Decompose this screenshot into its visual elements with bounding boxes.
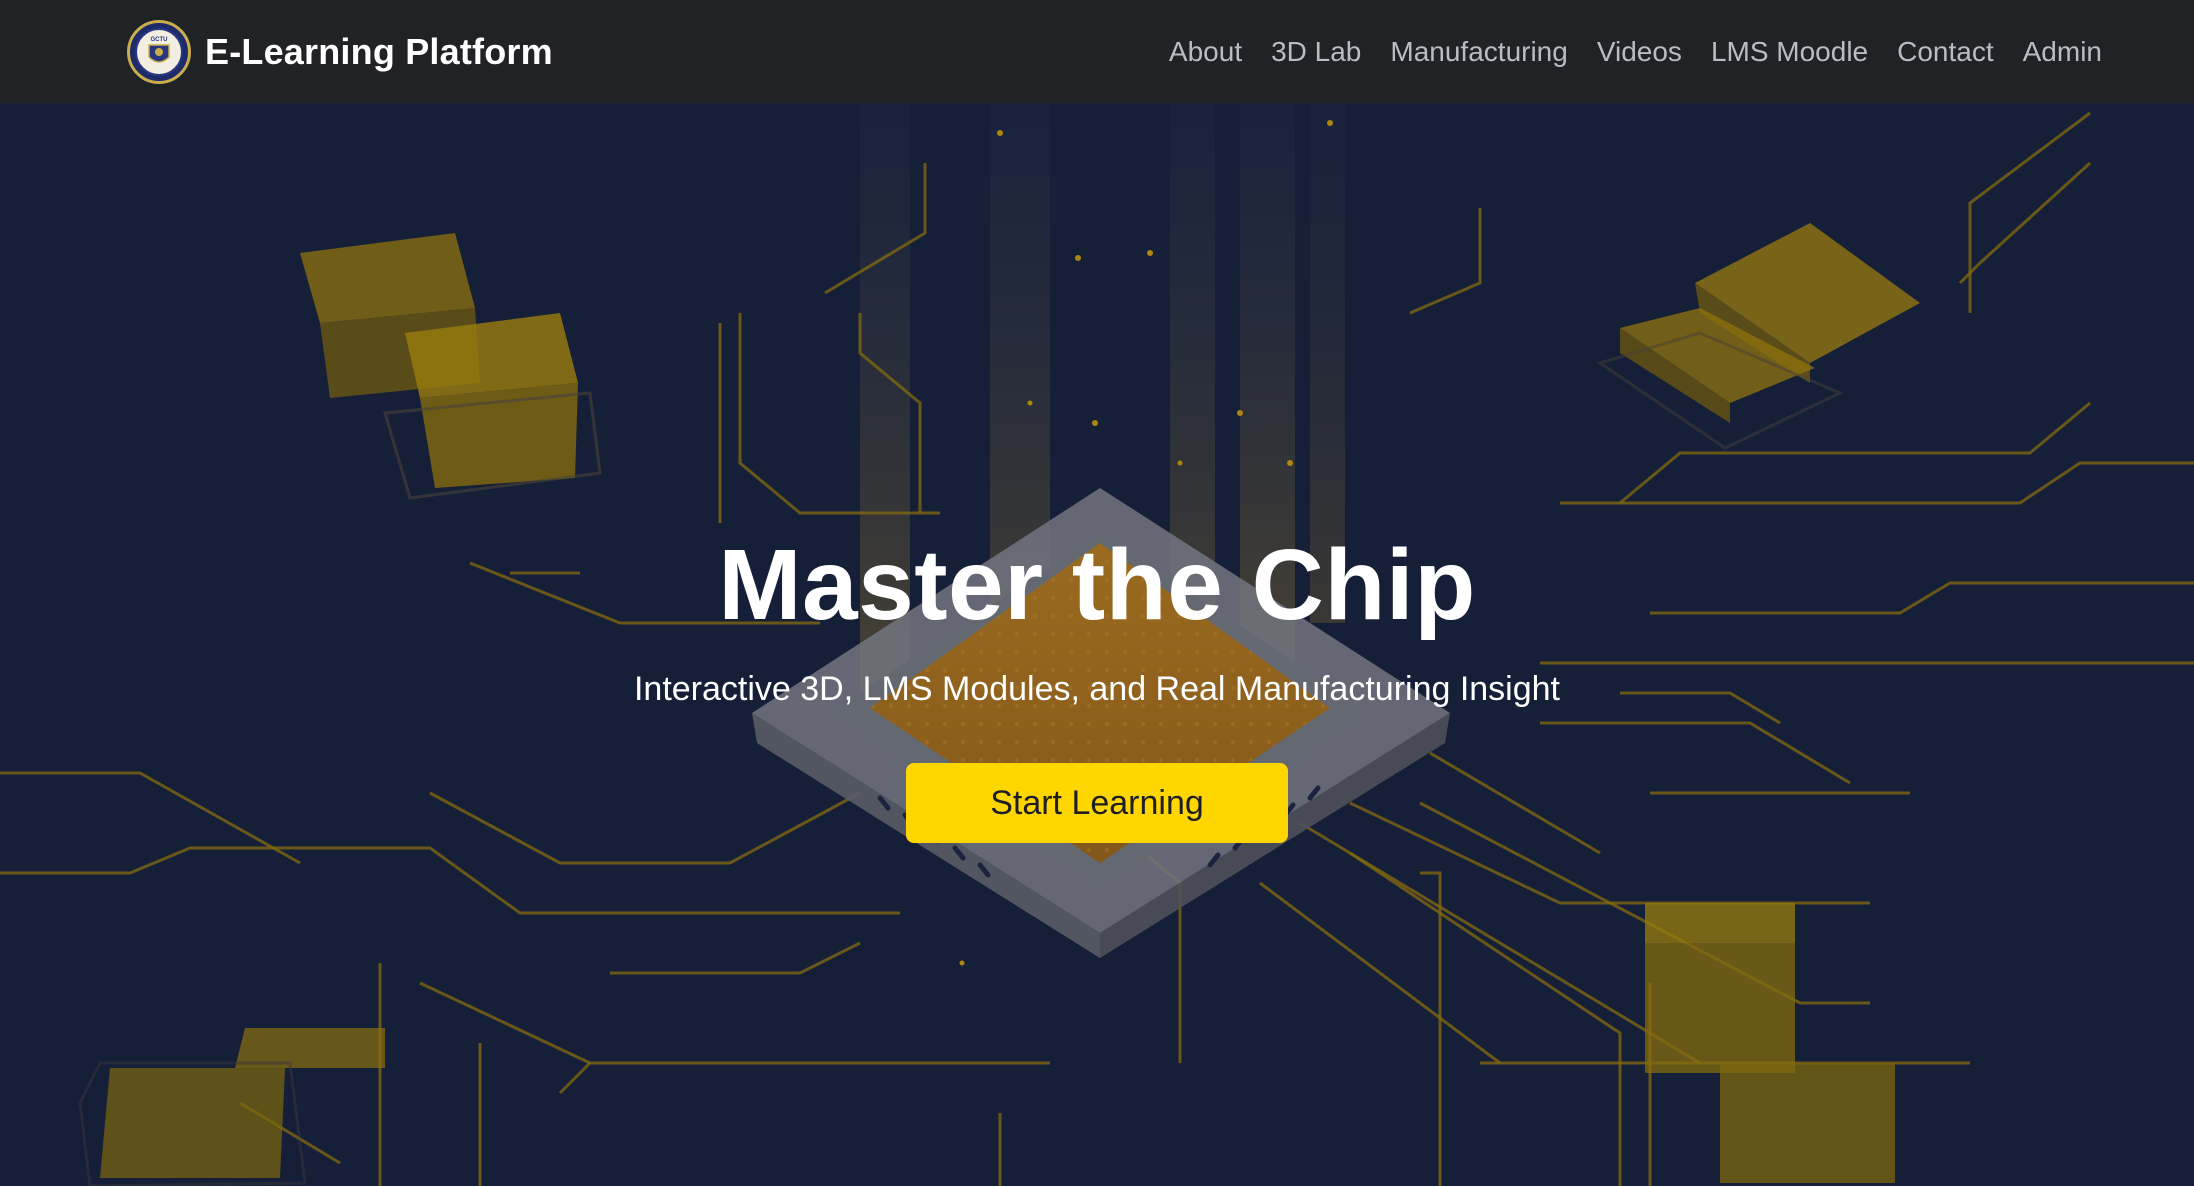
hero-section: Master the Chip Interactive 3D, LMS Modu…	[0, 103, 2194, 1186]
nav-item: Contact	[1897, 36, 1994, 68]
hero-title: Master the Chip	[718, 529, 1476, 641]
brand-link[interactable]: GCTU E-Learning Platform	[127, 19, 553, 84]
top-navbar: GCTU E-Learning Platform About 3D Lab Ma…	[0, 0, 2194, 103]
university-crest-icon: GCTU	[127, 19, 191, 84]
nav-link-3d-lab[interactable]: 3D Lab	[1271, 36, 1361, 67]
logo-text: GCTU	[151, 37, 168, 43]
nav-item: Admin	[2023, 36, 2102, 68]
nav-link-admin[interactable]: Admin	[2023, 36, 2102, 67]
nav-link-videos[interactable]: Videos	[1597, 36, 1682, 67]
nav-link-manufacturing[interactable]: Manufacturing	[1390, 36, 1567, 67]
crest-svg: GCTU	[135, 27, 183, 76]
nav-menu: About 3D Lab Manufacturing Videos LMS Mo…	[1169, 36, 2102, 68]
brand-name: E-Learning Platform	[205, 30, 553, 72]
start-learning-button[interactable]: Start Learning	[906, 763, 1288, 844]
nav-item: 3D Lab	[1271, 36, 1361, 68]
nav-item: Manufacturing	[1390, 36, 1567, 68]
hero-subtitle: Interactive 3D, LMS Modules, and Real Ma…	[633, 670, 1561, 708]
nav-item: About	[1169, 36, 1242, 68]
hero-content: Master the Chip Interactive 3D, LMS Modu…	[0, 103, 2194, 1186]
nav-link-about[interactable]: About	[1169, 36, 1242, 67]
nav-item: Videos	[1597, 36, 1682, 68]
nav-link-contact[interactable]: Contact	[1897, 36, 1994, 67]
nav-link-lms-moodle[interactable]: LMS Moodle	[1711, 36, 1868, 67]
nav-item: LMS Moodle	[1711, 36, 1868, 68]
